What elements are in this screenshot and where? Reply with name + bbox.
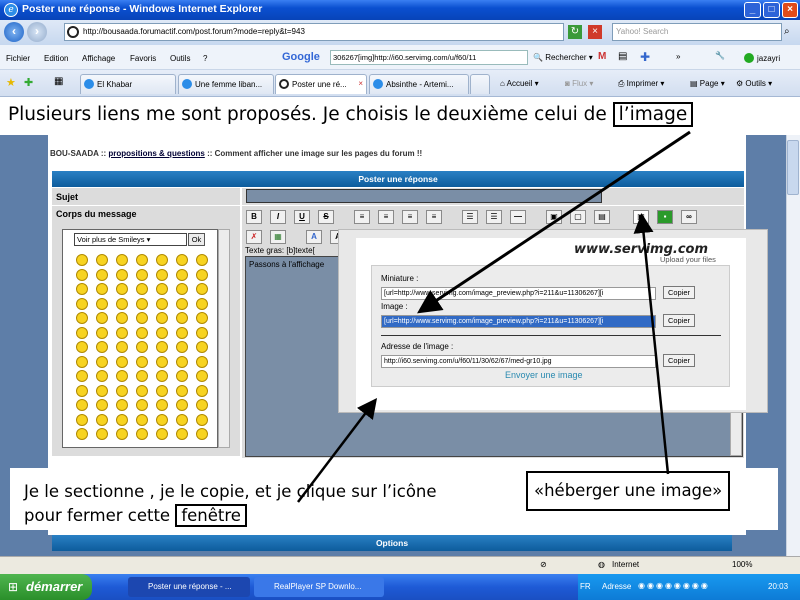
internet-zone-icon: ◍ [598,560,605,569]
arrow-to-host-icon [633,213,670,475]
zoom-level[interactable]: 100% [732,560,752,569]
arrow-to-popup [297,398,378,503]
security-icon: ⊘ [540,560,547,569]
task-label: Poster une réponse - ... [148,582,232,591]
task-poster-reponse[interactable]: Poster une réponse - ... [128,577,250,597]
clock: 20:03 [768,582,789,591]
windows-logo-icon: ⊞ [8,580,19,594]
taskbar: démarrer ⊞ Poster une réponse - ... Real… [0,574,800,600]
status-bar: ⊘ ◍ Internet 100% [0,556,800,574]
annotation-arrows [297,130,691,503]
language-indicator[interactable]: FR [580,582,591,591]
task-realplayer[interactable]: RealPlayer SP Downlo... [254,577,384,597]
tray-icons[interactable]: ◉◉◉◉◉◉◉◉ [638,581,710,590]
zone-label: Internet [612,560,640,569]
system-tray: FR Adresse ◉◉◉◉◉◉◉◉ 20:03 [578,574,800,600]
task-label: RealPlayer SP Downlo... [274,582,362,591]
adresse-label[interactable]: Adresse [602,582,631,591]
start-label: démarrer [26,579,83,594]
